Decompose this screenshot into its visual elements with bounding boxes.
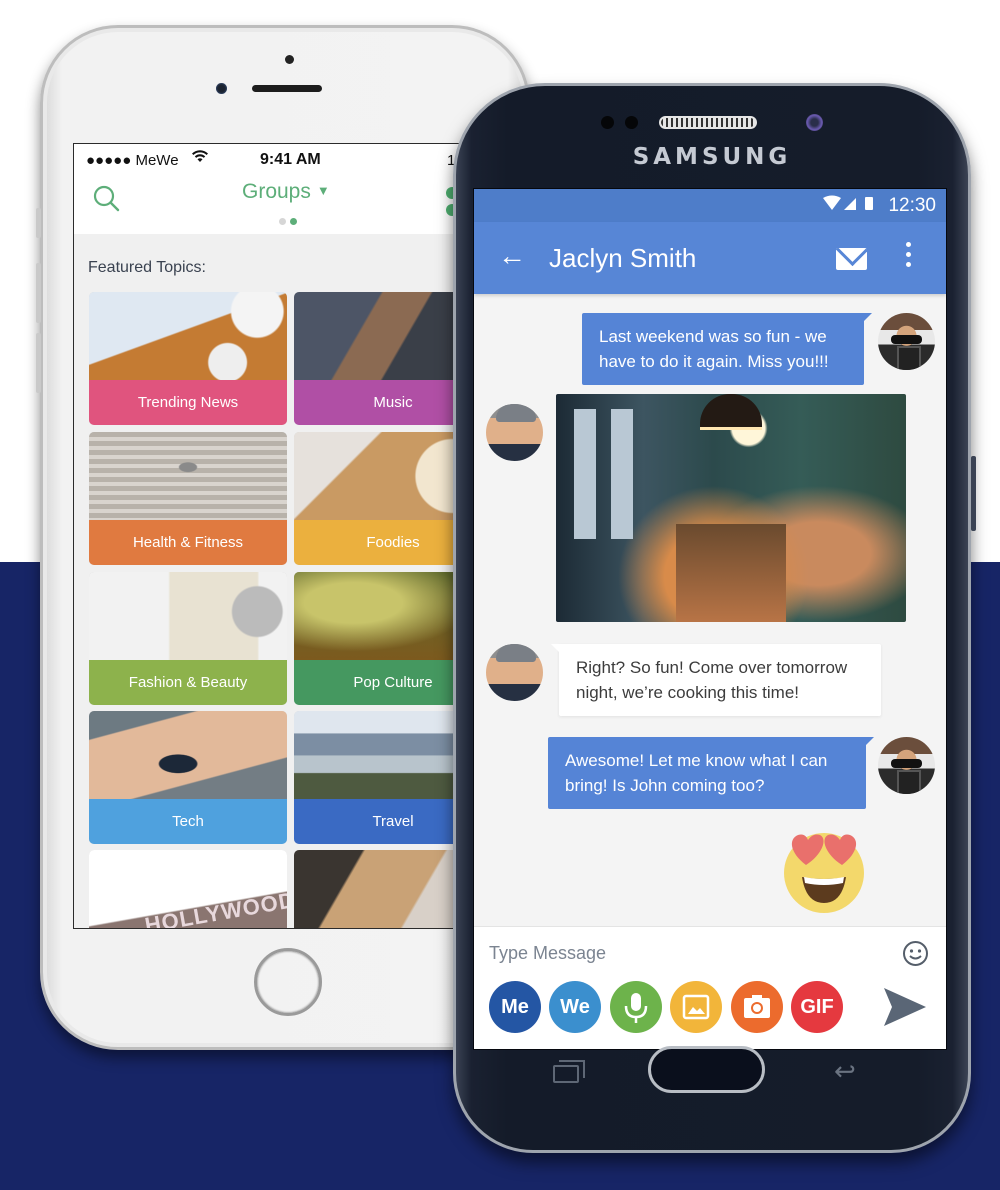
sensor-dot <box>601 116 614 129</box>
page-indicator <box>279 212 301 230</box>
samsung-device: SAMSUNG 12:30 ← Jaclyn Smith Last weeken… <box>453 83 976 1153</box>
android-screen: 12:30 ← Jaclyn Smith Last weekend was so… <box>473 188 947 1050</box>
message-photo-restaurant[interactable] <box>556 394 906 622</box>
wifi-icon <box>191 149 209 168</box>
message-incoming[interactable]: Right? So fun! Come over tomorrow night,… <box>551 644 881 716</box>
gif-label: GIF <box>800 996 834 1018</box>
front-camera <box>806 114 823 131</box>
topic-tile-hollywood[interactable]: HOLLYWOOD <box>89 850 287 929</box>
android-status-bar: 12:30 <box>474 189 946 222</box>
iphone-home-button[interactable] <box>254 948 322 1016</box>
camera-icon <box>744 995 770 1018</box>
avatar-jaclyn[interactable] <box>486 404 543 461</box>
volume-up-button <box>36 263 41 323</box>
message-text: Right? So fun! Come over tomorrow night,… <box>576 658 848 702</box>
ios-status-bar: ●●●●● MeWe 9:41 AM 100% <box>74 144 502 174</box>
me-label: Me <box>501 996 529 1018</box>
topic-tile-fashion-beauty[interactable]: Fashion & Beauty <box>89 572 287 705</box>
groups-title: Groups <box>242 180 311 203</box>
camera-button[interactable] <box>731 981 783 1033</box>
send-icon[interactable] <box>882 986 928 1028</box>
earpiece-speaker <box>252 85 322 92</box>
proximity-sensor <box>285 55 294 64</box>
groups-dropdown[interactable]: Groups ▼ <box>242 180 330 204</box>
topic-tile-trending-news[interactable]: Trending News <box>89 292 287 425</box>
search-icon[interactable] <box>92 184 122 214</box>
mute-switch <box>36 208 41 238</box>
chat-toolbar: ← Jaclyn Smith <box>474 222 946 294</box>
ios-screen: ●●●●● MeWe 9:41 AM 100% Groups ▼ Featured… <box>73 143 503 929</box>
microphone-button[interactable] <box>610 981 662 1033</box>
topic-photo <box>89 432 287 520</box>
power-key <box>971 456 976 531</box>
page-dot-active <box>290 218 297 225</box>
avatar-me[interactable] <box>878 313 935 370</box>
ios-nav-bar: Groups ▼ <box>74 174 502 234</box>
message-outgoing[interactable]: Awesome! Let me know what I can bring! I… <box>548 737 874 809</box>
topic-label: Health & Fitness <box>89 520 287 565</box>
message-text: Last weekend was so fun - we have to do … <box>599 327 829 371</box>
topic-photo <box>89 711 287 799</box>
topic-label: Trending News <box>89 380 287 425</box>
message-text: Awesome! Let me know what I can bring! I… <box>565 751 828 795</box>
back-arrow-icon[interactable]: ← <box>498 240 526 272</box>
page-dot <box>279 218 286 225</box>
smiley-icon[interactable] <box>902 940 929 967</box>
volume-down-button <box>36 333 41 393</box>
message-composer: Type Message Me We GIF <box>474 926 946 1049</box>
topic-tile-tech[interactable]: Tech <box>89 711 287 844</box>
topic-photo <box>89 572 287 660</box>
image-button[interactable] <box>670 981 722 1033</box>
topic-photo: HOLLYWOOD <box>89 850 287 929</box>
message-input[interactable]: Type Message <box>489 943 606 964</box>
me-button[interactable]: Me <box>489 981 541 1033</box>
heart-eyes-emoji[interactable] <box>780 825 868 913</box>
topic-photo <box>89 292 287 380</box>
sensor-dot <box>625 116 638 129</box>
mail-icon[interactable] <box>836 248 867 270</box>
back-key-icon[interactable]: ↩ <box>834 1056 856 1087</box>
we-label: We <box>560 996 590 1018</box>
hollywood-sign-text: HOLLYWOOD <box>142 886 287 929</box>
android-clock: 12:30 <box>888 195 936 216</box>
topic-tile-health-fitness[interactable]: Health & Fitness <box>89 432 287 565</box>
recent-apps-icon[interactable] <box>553 1060 585 1083</box>
message-outgoing[interactable]: Last weekend was so fun - we have to do … <box>582 313 872 385</box>
photo-detail <box>574 409 596 539</box>
samsung-logo: SAMSUNG <box>632 144 792 170</box>
samsung-home-key[interactable] <box>648 1046 765 1093</box>
chevron-down-icon: ▼ <box>316 183 330 198</box>
photo-detail <box>611 409 633 539</box>
gif-button[interactable]: GIF <box>791 981 843 1033</box>
more-vert-icon[interactable] <box>906 242 912 272</box>
ios-clock: 9:41 AM <box>260 151 321 168</box>
front-camera <box>216 83 227 94</box>
status-icons <box>822 195 882 218</box>
topic-label: Fashion & Beauty <box>89 660 287 705</box>
featured-topics-label: Featured Topics: <box>88 259 206 276</box>
photo-detail <box>700 394 762 430</box>
image-icon <box>682 994 710 1020</box>
we-button[interactable]: We <box>549 981 601 1033</box>
carrier-label: ●●●●● MeWe <box>86 152 179 169</box>
earpiece-speaker <box>659 116 757 129</box>
topic-label: Tech <box>89 799 287 844</box>
contact-name: Jaclyn Smith <box>549 243 697 273</box>
microphone-icon <box>624 993 648 1023</box>
avatar-jaclyn[interactable] <box>486 644 543 701</box>
avatar-me[interactable] <box>878 737 935 794</box>
photo-detail <box>676 524 786 622</box>
